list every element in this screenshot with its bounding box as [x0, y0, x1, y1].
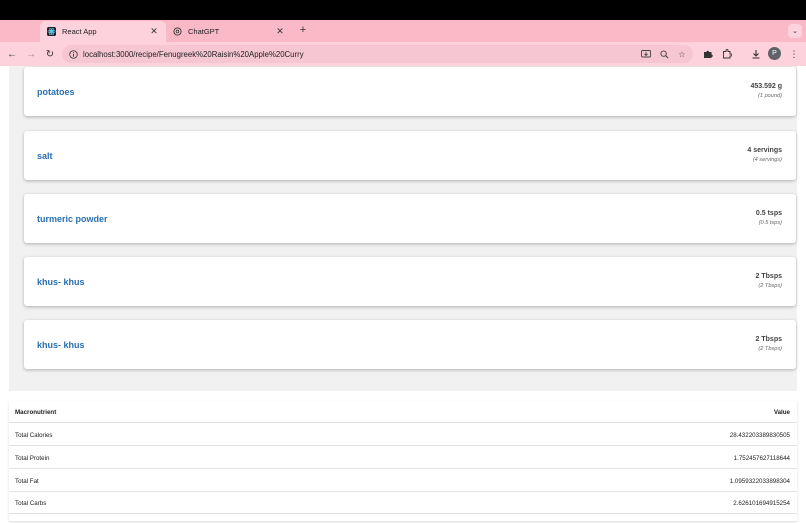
macronutrient-value: 1.0959322033898304 [729, 477, 790, 485]
ingredient-name[interactable]: salt [37, 131, 53, 180]
macronutrient-value: 28.432203389830505 [729, 431, 790, 439]
ingredient-amount: 2 Tbsps [755, 273, 782, 280]
table-row: Total Fat 1.0959322033898304 [9, 470, 797, 492]
close-icon[interactable]: ✕ [274, 26, 286, 38]
nutrition-table: Macronutrient Value Total Calories 28.43… [9, 401, 797, 521]
ingredient-name[interactable]: khus- khus [37, 320, 85, 369]
browser-toolbar: ← → ↻ localhost:3000/recipe/Fenugreek%20… [0, 42, 806, 66]
download-icon[interactable] [749, 47, 763, 61]
menu-kebab-icon[interactable]: ⋮ [787, 47, 801, 61]
table-row: Total Calories 28.432203389830505 [9, 424, 797, 446]
ingredient-name[interactable]: potatoes [37, 67, 75, 116]
url-text[interactable]: localhost:3000/recipe/Fenugreek%20Raisin… [83, 50, 639, 59]
page-content: potatoes 453.592 g (1 pound) salt 4 serv… [0, 66, 806, 523]
ingredient-name[interactable]: turmeric powder [37, 194, 108, 243]
table-row: Total Carbs 2.626101694915254 [9, 492, 797, 514]
ingredient-card: salt 4 servings (4 servings) [24, 131, 796, 180]
macronutrient-value: 1.752457627118644 [733, 454, 790, 462]
profile-avatar[interactable]: P [768, 47, 781, 60]
ingredient-amount: 2 Tbsps [755, 336, 782, 343]
column-header-value: Value [773, 408, 790, 416]
ingredient-amount: 453.592 g [750, 83, 782, 90]
reload-icon[interactable]: ↻ [43, 47, 57, 61]
install-app-icon[interactable] [639, 47, 653, 61]
close-icon[interactable]: ✕ [148, 26, 160, 38]
macronutrient-name: Total Calories [15, 431, 53, 439]
tab-react-app[interactable]: React App ✕ [40, 21, 166, 42]
macronutrient-value: 2.626101694915254 [733, 499, 790, 507]
react-icon [47, 27, 56, 36]
ingredient-amount: 0.5 tsps [755, 210, 782, 217]
new-tab-button[interactable]: + [296, 22, 310, 38]
tab-strip: React App ✕ ChatGPT ✕ [0, 20, 806, 42]
ingredient-name[interactable]: khus- khus [37, 257, 85, 306]
address-bar[interactable]: localhost:3000/recipe/Fenugreek%20Raisin… [62, 45, 693, 63]
ingredient-original-amount: (0.5 tsps) [758, 220, 782, 226]
back-arrow-icon[interactable]: ← [5, 47, 19, 61]
tab-title: ChatGPT [188, 27, 220, 36]
info-icon[interactable] [67, 48, 79, 60]
ingredient-card: potatoes 453.592 g (1 pound) [24, 67, 796, 116]
tab-chatgpt[interactable]: ChatGPT ✕ [166, 21, 292, 42]
ingredient-card: khus- khus 2 Tbsps (2 Tbsps) [24, 320, 796, 369]
extension-puzzle-icon[interactable] [701, 47, 715, 61]
ingredient-original-amount: (2 Tbsps) [758, 346, 782, 352]
macronutrient-name: Total Fat [15, 477, 39, 485]
forward-arrow-icon[interactable]: → [24, 47, 38, 61]
macronutrient-name: Total Protein [15, 454, 50, 462]
ingredient-card: turmeric powder 0.5 tsps (0.5 tsps) [24, 194, 796, 243]
table-header-row: Macronutrient Value [9, 401, 797, 423]
ingredient-amount: 4 servings [747, 147, 782, 154]
table-row: Total Protein 1.752457627118644 [9, 447, 797, 469]
tab-title: React App [62, 27, 97, 36]
zoom-icon[interactable] [657, 47, 671, 61]
extensions-icon[interactable] [720, 47, 734, 61]
ingredient-original-amount: (2 Tbsps) [758, 283, 782, 289]
openai-icon [173, 27, 182, 36]
ingredient-original-amount: (1 pound) [758, 93, 782, 99]
tab-search-chevron-icon[interactable]: ⌄ [788, 24, 802, 38]
ingredient-card: khus- khus 2 Tbsps (2 Tbsps) [24, 257, 796, 306]
ingredient-original-amount: (4 servings) [752, 157, 782, 163]
screen-top-bar [0, 0, 806, 20]
column-header-macronutrient: Macronutrient [15, 408, 57, 416]
bookmark-star-icon[interactable]: ☆ [675, 47, 689, 61]
macronutrient-name: Total Carbs [15, 499, 47, 507]
